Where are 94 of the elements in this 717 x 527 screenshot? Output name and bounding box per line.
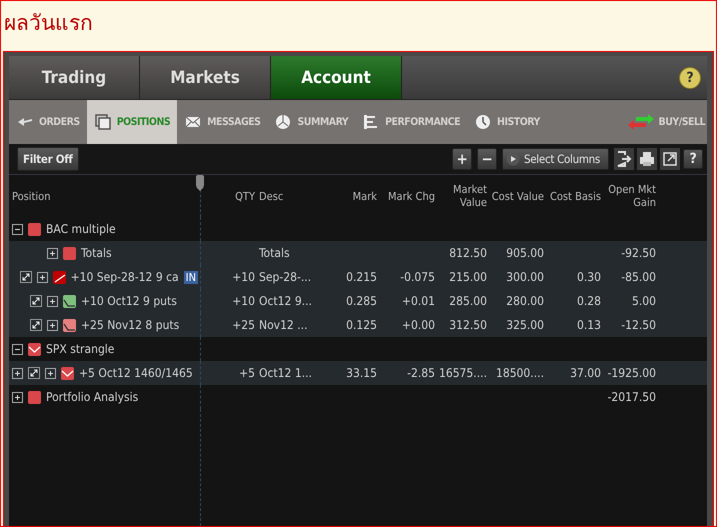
position-icon (28, 222, 41, 236)
move-icon[interactable] (28, 367, 40, 379)
column-resize-handle[interactable] (196, 175, 204, 191)
table-cell: 300.00 (506, 270, 544, 284)
column-header[interactable]: Mark (352, 190, 377, 202)
table-cell: -1925.00 (607, 366, 656, 380)
move-icon[interactable] (30, 319, 42, 331)
table-cell: 33.15 (346, 366, 377, 380)
table-cell: 37.00 (570, 366, 601, 380)
table-cell: 812.50 (449, 246, 487, 260)
table-cell: 325.00 (506, 318, 544, 332)
column-header[interactable]: Cost Value (492, 190, 544, 202)
table-cell: -2017.50 (607, 390, 656, 404)
print-icon[interactable] (637, 148, 657, 170)
table-cell: -12.50 (621, 318, 656, 332)
position-name[interactable]: Totals (81, 246, 112, 260)
table-cell: Nov12 ... (259, 318, 308, 332)
table-cell: +0.01 (402, 294, 435, 308)
option-chart-icon (28, 342, 41, 356)
column-header[interactable]: Market Value (447, 183, 487, 209)
position-name[interactable]: +25 Nov12 8 puts (81, 318, 180, 332)
main-tab[interactable]: Markets (140, 56, 271, 99)
expand-icon[interactable] (36, 272, 48, 282)
table-cell: 905.00 (506, 246, 544, 260)
position-name[interactable]: BAC multiple (46, 222, 116, 236)
main-tab[interactable]: Account (271, 56, 402, 99)
page-title: ผลวันแรก (3, 10, 94, 37)
table-cell: 0.125 (346, 318, 377, 332)
filter-button[interactable]: Filter Off (17, 147, 79, 171)
table-cell: +0.00 (402, 318, 435, 332)
collapse-icon[interactable] (12, 224, 23, 234)
play-icon (506, 152, 520, 166)
table-cell: -0.075 (400, 270, 435, 284)
position-icon (63, 246, 76, 260)
table-cell: 0.215 (346, 270, 377, 284)
expand-icon[interactable] (12, 392, 23, 402)
table-cell: 280.00 (506, 294, 544, 308)
table-cell: Sep-28-... (259, 270, 312, 284)
table-cell: Oct12 9... (259, 294, 312, 308)
main-tab[interactable]: Trading (9, 56, 140, 99)
position-name[interactable]: +10 Oct12 9 puts (81, 294, 177, 308)
table-cell: +5 (239, 366, 255, 380)
table-cell: 0.30 (576, 270, 601, 284)
pie-chart-icon (274, 113, 292, 131)
column-header: Position (12, 190, 50, 202)
expand-icon[interactable] (47, 248, 58, 258)
table-cell: 285.00 (449, 294, 487, 308)
move-icon[interactable] (30, 295, 42, 307)
position-icon (28, 390, 41, 404)
pop-out-icon[interactable] (660, 148, 680, 170)
expand-icon[interactable] (12, 368, 23, 378)
status-badge: IN (184, 270, 198, 284)
table-cell: 312.50 (449, 318, 487, 332)
select-columns-button[interactable]: Select Columns (502, 148, 609, 170)
option-chart-icon (63, 318, 76, 332)
column-header[interactable]: QTY (235, 190, 255, 202)
table-cell: +10 (232, 270, 255, 284)
position-name[interactable]: +5 Oct12 1460/1465 (79, 366, 193, 380)
position-name[interactable]: SPX strangle (46, 342, 114, 356)
table-cell: -92.50 (621, 246, 656, 260)
option-chart-icon (63, 294, 76, 308)
column-header[interactable]: Cost Basis (550, 190, 601, 202)
column-header[interactable]: Mark Chg (388, 190, 435, 202)
clock-icon (474, 113, 492, 131)
table-cell: +25 (232, 318, 255, 332)
expand-button[interactable]: + (452, 148, 472, 170)
column-header[interactable]: Desc (259, 190, 284, 202)
table-cell: 18500.... (496, 366, 544, 380)
table-cell: 215.00 (449, 270, 487, 284)
table-cell: -2.85 (407, 366, 435, 380)
table-cell: 5.00 (632, 294, 656, 308)
position-name[interactable]: Portfolio Analysis (46, 390, 138, 404)
table-cell: 0.285 (346, 294, 377, 308)
expand-icon[interactable] (45, 368, 56, 378)
expand-icon[interactable] (47, 296, 58, 306)
move-icon[interactable] (20, 271, 32, 283)
swap-arrows-icon (628, 113, 654, 131)
column-header[interactable]: Open Mkt Gain (601, 183, 656, 209)
expand-icon[interactable] (47, 320, 58, 330)
option-chart-icon (52, 270, 66, 284)
table-cell: +10 (232, 294, 255, 308)
table-cell: Oct12 1... (259, 366, 312, 380)
help-button[interactable]: ? (679, 66, 701, 88)
option-chart-icon (61, 366, 74, 380)
collapse-button[interactable]: − (476, 148, 497, 170)
table-cell: 16575.... (438, 366, 487, 380)
table-cell: 0.28 (576, 294, 601, 308)
table-cell: Totals (259, 246, 290, 260)
help-button[interactable]: ? (683, 149, 703, 169)
pages-icon (94, 113, 112, 131)
table-cell: -85.00 (621, 270, 656, 284)
collapse-icon[interactable] (12, 344, 23, 354)
table-cell: 0.13 (576, 318, 601, 332)
position-name[interactable]: +10 Sep-28-12 9 ca (70, 270, 179, 284)
